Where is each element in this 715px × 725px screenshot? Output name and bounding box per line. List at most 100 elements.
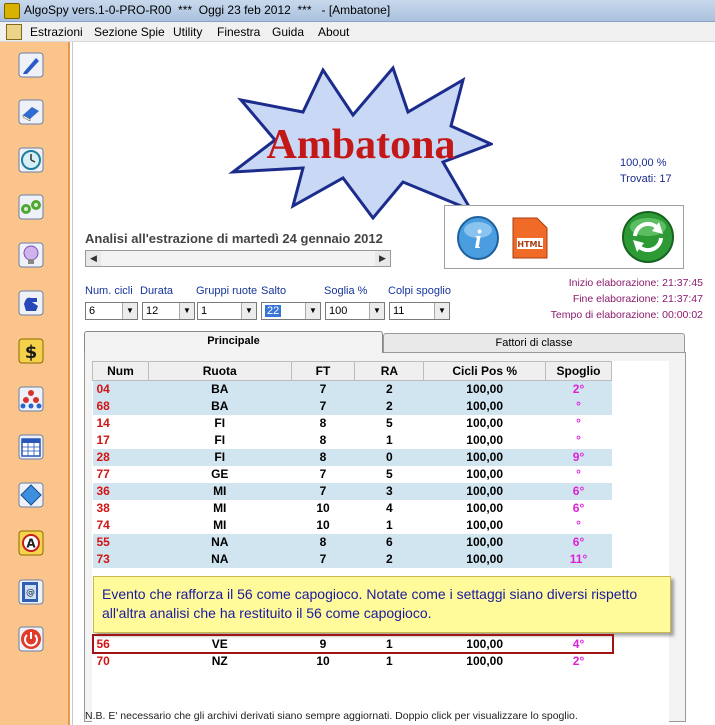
- tab-fattori-di-classe[interactable]: Fattori di classe: [383, 333, 685, 353]
- table-row[interactable]: 14 FI 8 5 100,00 °: [92, 414, 612, 432]
- table-cell: FI: [148, 431, 292, 449]
- table-cell: 7: [291, 380, 355, 398]
- diamond-icon[interactable]: [18, 482, 44, 508]
- table-cell: 10: [291, 652, 355, 670]
- table-cell: °: [545, 465, 612, 483]
- table-cell: 68: [92, 397, 149, 415]
- chevron-down-icon[interactable]: ▼: [179, 303, 194, 319]
- table-cell: MI: [148, 499, 292, 517]
- header-num[interactable]: Num: [92, 361, 149, 381]
- colpi-spoglio-label: Colpi spoglio: [388, 285, 451, 297]
- chevron-down-icon[interactable]: ▼: [434, 303, 449, 319]
- table-cell: 38: [92, 499, 149, 517]
- menu-bar: Estrazioni Sezione Spie Utility Finestra…: [0, 22, 715, 42]
- table-cell: 9°: [545, 448, 612, 466]
- document-menu-icon[interactable]: [6, 24, 22, 40]
- clock-icon[interactable]: [18, 147, 44, 173]
- table-row[interactable]: 17 FI 8 1 100,00 °: [92, 431, 612, 449]
- table-cell: 28: [92, 448, 149, 466]
- table-row[interactable]: 04 BA 7 2 100,00 2°: [92, 380, 612, 398]
- menu-sezione-spie[interactable]: Sezione Spie: [94, 25, 165, 39]
- end-time: Fine elaborazione: 21:37:47: [572, 293, 703, 305]
- table-cell: NA: [148, 533, 292, 551]
- menu-about[interactable]: About: [318, 25, 349, 39]
- binoculars-icon[interactable]: [18, 194, 44, 220]
- table-row[interactable]: 74 MI 10 1 100,00 °: [92, 516, 612, 534]
- lightbulb-icon[interactable]: [18, 242, 44, 268]
- svg-text:HTML: HTML: [517, 240, 542, 249]
- header-ra[interactable]: RA: [354, 361, 425, 381]
- num-cicli-select[interactable]: 6 ▼: [85, 302, 138, 320]
- header-ft[interactable]: FT: [290, 361, 356, 381]
- table-row[interactable]: 68 BA 7 2 100,00 °: [92, 397, 612, 415]
- soglia-select[interactable]: 100 ▼: [325, 302, 385, 320]
- scroll-right-icon[interactable]: ▶: [375, 251, 390, 266]
- chevron-down-icon[interactable]: ▼: [305, 303, 320, 319]
- header-cicli-pos[interactable]: Cicli Pos %: [423, 361, 547, 381]
- letter-a-icon[interactable]: A: [18, 530, 44, 556]
- header-spoglio[interactable]: Spoglio: [545, 361, 612, 381]
- table-cell: MI: [148, 516, 292, 534]
- table-cell: 55: [92, 533, 149, 551]
- table-row[interactable]: 77 GE 7 5 100,00 °: [92, 465, 612, 483]
- durata-select[interactable]: 12 ▼: [142, 302, 195, 320]
- refresh-button[interactable]: [621, 210, 675, 267]
- html-file-icon: HTML: [512, 217, 548, 259]
- pyramid-icon[interactable]: [18, 386, 44, 412]
- table-cell: NA: [148, 550, 292, 568]
- footer-note: N.B. E' necessario che gli archivi deriv…: [85, 710, 578, 722]
- table-cell: °: [545, 431, 612, 449]
- table-cell: 100,00: [423, 482, 546, 500]
- soglia-label: Soglia %: [324, 285, 368, 297]
- table-cell: 1: [354, 431, 424, 449]
- table-cell: 6°: [545, 533, 612, 551]
- menu-utility[interactable]: Utility: [173, 25, 202, 39]
- scroll-left-icon[interactable]: ◀: [86, 251, 101, 266]
- table-row[interactable]: 70 NZ 10 1 100,00 2°: [92, 652, 612, 670]
- tab-principale[interactable]: Principale: [84, 331, 383, 353]
- table-cell: 8: [291, 448, 355, 466]
- table-cell: 70: [92, 652, 149, 670]
- table-row[interactable]: 38 MI 10 4 100,00 6°: [92, 499, 612, 517]
- menu-guida[interactable]: Guida: [272, 25, 304, 39]
- table-cell: 77: [92, 465, 149, 483]
- table-cell: 8: [291, 414, 355, 432]
- book-icon[interactable]: [18, 99, 44, 125]
- info-icon: i: [457, 216, 499, 260]
- menu-finestra[interactable]: Finestra: [217, 25, 260, 39]
- table-row[interactable]: 36 MI 7 3 100,00 6°: [92, 482, 612, 500]
- table-cell: 8: [291, 533, 355, 551]
- menu-estrazioni[interactable]: Estrazioni: [30, 25, 83, 39]
- salto-select[interactable]: 22 ▼: [261, 302, 321, 320]
- info-button[interactable]: i: [457, 216, 499, 263]
- num-cicli-label: Num. cicli: [85, 285, 133, 297]
- chevron-down-icon[interactable]: ▼: [122, 303, 137, 319]
- results-grid[interactable]: Num Ruota FT RA Cicli Pos % Spoglio 04 BA…: [92, 361, 669, 723]
- table-cell: 100,00: [423, 448, 546, 466]
- dollar-icon[interactable]: $: [18, 338, 44, 364]
- durata-label: Durata: [140, 285, 174, 297]
- html-export-button[interactable]: HTML: [509, 216, 551, 263]
- colpi-spoglio-select[interactable]: 11 ▼: [389, 302, 450, 320]
- table-row[interactable]: 28 FI 8 0 100,00 9°: [92, 448, 612, 466]
- results-panel: Num Ruota FT RA Cicli Pos % Spoglio 04 BA…: [84, 352, 686, 723]
- chevron-down-icon[interactable]: ▼: [241, 303, 256, 319]
- table-row[interactable]: 55 NA 8 6 100,00 6°: [92, 533, 612, 551]
- table-cell: 100,00: [423, 533, 546, 551]
- header-ruota[interactable]: Ruota: [147, 361, 292, 381]
- chevron-down-icon[interactable]: ▼: [369, 303, 384, 319]
- table-row[interactable]: 73 NA 7 2 100,00 11°: [92, 550, 612, 568]
- table-cell: 0: [354, 448, 424, 466]
- percent-stat: 100,00 %: [620, 157, 667, 169]
- svg-text:A: A: [26, 537, 36, 551]
- table-cell: 4: [354, 499, 424, 517]
- pencil-icon[interactable]: [18, 52, 44, 78]
- gruppi-ruote-select[interactable]: 1 ▼: [197, 302, 257, 320]
- table-cell: 6°: [545, 499, 612, 517]
- horizontal-scrollbar[interactable]: ◀ ▶: [85, 250, 391, 267]
- calendar-icon[interactable]: [18, 434, 44, 460]
- hand-icon[interactable]: [18, 290, 44, 316]
- contact-card-icon[interactable]: @: [18, 579, 44, 605]
- power-icon[interactable]: [18, 626, 44, 652]
- table-cell: 2: [354, 397, 424, 415]
